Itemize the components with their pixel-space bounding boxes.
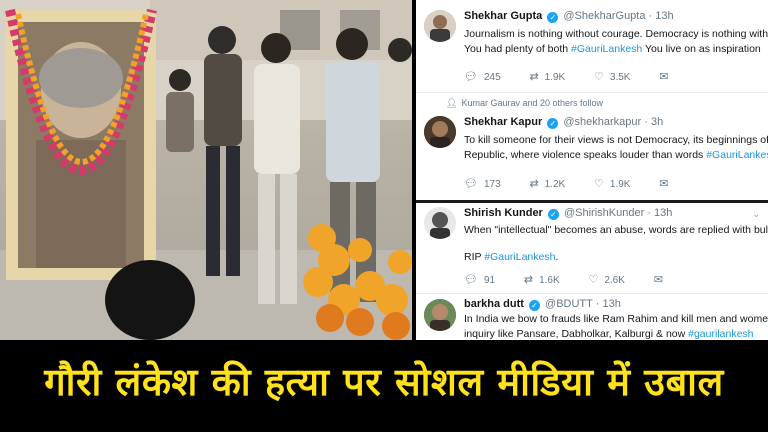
- tweet-line: To kill someone for their views is not D…: [464, 134, 768, 146]
- dm-button[interactable]: ✉: [659, 70, 674, 83]
- avatar[interactable]: [424, 116, 456, 148]
- reply-icon: 💬︎: [464, 274, 478, 286]
- tweet-line-text: .: [555, 251, 559, 263]
- retweet-icon: ⇄: [529, 71, 539, 83]
- divider: [416, 293, 768, 294]
- tweet-time[interactable]: 3h: [651, 116, 663, 128]
- avatar[interactable]: [424, 207, 456, 239]
- tweet-line-text: Republic, where violence speaks louder t…: [464, 149, 707, 161]
- retweet-icon: ⇄: [523, 274, 534, 286]
- tweet-line: inquiry like Pansare, Dabholkar, Kalburg…: [464, 327, 768, 340]
- verified-icon: ✓: [547, 209, 559, 220]
- like-button[interactable]: ♡ 2.6K: [588, 273, 624, 286]
- dm-button[interactable]: ✉: [654, 273, 669, 286]
- separator-dot: ·: [595, 298, 600, 310]
- retweet-button[interactable]: ⇄ 1.9K: [529, 70, 565, 83]
- reply-icon: 💬︎: [464, 178, 478, 190]
- like-count: 3.5K: [609, 72, 631, 83]
- hashtag-link[interactable]: #GauriLankesh: [706, 149, 768, 161]
- tweet-text: Journalism is nothing without courage. D…: [464, 27, 768, 57]
- tweet-text: When "intellectual" becomes an abuse, wo…: [464, 223, 768, 265]
- like-icon: ♡: [594, 71, 604, 83]
- author-name[interactable]: Shirish Kunder: [464, 207, 543, 219]
- hashtag-link[interactable]: #gaurilankesh: [688, 328, 753, 340]
- tweet-screenshot-top: Shekhar Gupta ✓ @ShekharGupta · 13h Jour…: [416, 0, 768, 200]
- retweet-count: 1.6K: [539, 275, 560, 286]
- like-button[interactable]: ♡ 1.9K: [594, 177, 630, 190]
- retweet-button[interactable]: ⇄ 1.2K: [529, 177, 565, 190]
- social-context-text: Kumar Gaurav and 20 others follow: [461, 98, 604, 108]
- author-name[interactable]: Shekhar Kapur: [464, 116, 542, 128]
- avatar-image: [424, 207, 456, 239]
- tweet-line: When "intellectual" becomes an abuse, wo…: [464, 224, 768, 236]
- tweet-line-text: You had plenty of both: [464, 43, 572, 55]
- like-count: 1.9K: [609, 179, 631, 190]
- tweet-actions: 💬︎ 245 ⇄ 1.9K ♡ 3.5K ✉: [464, 70, 700, 83]
- hashtag-link[interactable]: #GauriLankesh: [571, 43, 642, 55]
- dm-icon: ✉: [659, 178, 669, 190]
- verified-icon: ✓: [547, 12, 559, 23]
- like-icon: ♡: [594, 178, 604, 190]
- avatar[interactable]: [424, 10, 456, 42]
- tweet-actions: 💬︎ 91 ⇄ 1.6K ♡ 2.6K ✉: [464, 273, 695, 286]
- tweet-time[interactable]: 13h: [654, 207, 672, 219]
- retweet-icon: ⇄: [529, 178, 539, 190]
- author-handle[interactable]: @shekharkapur: [563, 116, 641, 128]
- tweet-line: RIP #GauriLankesh.: [464, 250, 768, 265]
- tweet-line: You had plenty of both #GauriLankesh You…: [464, 42, 768, 57]
- tweet-line-text: RIP: [464, 251, 485, 263]
- social-context: 👤︎ Kumar Gaurav and 20 others follow: [446, 98, 603, 109]
- divider: [416, 92, 768, 93]
- tribute-scene-illustration: [0, 0, 412, 340]
- headline-text: गौरी लंकेश की हत्या पर सोशल मीडिया में उ…: [44, 360, 724, 404]
- news-photo: [0, 0, 412, 340]
- tweet-time[interactable]: 13h: [602, 298, 620, 310]
- avatar[interactable]: [424, 299, 456, 331]
- tweet-line: Republic, where violence speaks louder t…: [464, 148, 768, 163]
- hashtag-link[interactable]: #GauriLankesh: [484, 251, 555, 263]
- retweet-count: 1.9K: [544, 72, 566, 83]
- avatar-image: [424, 10, 456, 42]
- reply-count: 173: [483, 179, 501, 190]
- verified-icon: ✓: [547, 118, 559, 129]
- headline-banner: गौरी लंकेश की हत्या पर सोशल मीडिया में उ…: [0, 340, 768, 432]
- tweet-screenshot-bottom: Shirish Kunder ✓ @ShirishKunder · 13h ⌄ …: [416, 200, 768, 340]
- author-handle[interactable]: @BDUTT: [545, 298, 593, 310]
- dm-icon: ✉: [659, 71, 669, 83]
- like-count: 2.6K: [604, 275, 625, 286]
- tweet-line-text: inquiry like Pansare, Dabholkar, Kalburg…: [464, 328, 689, 340]
- tweet-line: Journalism is nothing without courage. D…: [464, 28, 768, 40]
- author-handle[interactable]: @ShekharGupta: [563, 10, 645, 22]
- verified-icon: ✓: [528, 300, 540, 311]
- author-handle[interactable]: @ShirishKunder: [564, 207, 644, 219]
- reply-button[interactable]: 💬︎ 245: [464, 70, 501, 83]
- avatar-image: [424, 116, 456, 148]
- separator-dot: ·: [644, 116, 648, 128]
- dm-button[interactable]: ✉: [659, 177, 674, 190]
- reply-button[interactable]: 💬︎ 91: [464, 273, 495, 286]
- reply-count: 91: [483, 275, 496, 286]
- reply-button[interactable]: 💬︎ 173: [464, 177, 501, 190]
- tweet-line: In India we bow to frauds like Ram Rahim…: [464, 313, 768, 325]
- dm-icon: ✉: [653, 274, 663, 286]
- reply-icon: 💬︎: [464, 71, 478, 83]
- author-name[interactable]: barkha dutt: [464, 298, 524, 310]
- chevron-down-icon[interactable]: ⌄: [752, 209, 760, 220]
- author-name[interactable]: Shekhar Gupta: [464, 10, 542, 22]
- tweet-time[interactable]: 13h: [655, 10, 673, 22]
- tweet-text: To kill someone for their views is not D…: [464, 133, 768, 163]
- like-icon: ♡: [588, 274, 599, 286]
- tweet-text: In India we bow to frauds like Ram Rahim…: [464, 312, 768, 340]
- avatar-image: [424, 299, 456, 331]
- tweet-actions: 💬︎ 173 ⇄ 1.2K ♡ 1.9K ✉: [464, 177, 700, 190]
- reply-count: 245: [483, 72, 501, 83]
- like-button[interactable]: ♡ 3.5K: [594, 70, 630, 83]
- retweet-count: 1.2K: [544, 179, 566, 190]
- tweet-line-text: You live on as inspiration: [642, 43, 761, 55]
- person-icon: 👤︎: [446, 98, 458, 108]
- retweet-button[interactable]: ⇄ 1.6K: [524, 273, 560, 286]
- separator-dot: ·: [647, 207, 651, 219]
- separator-dot: ·: [648, 10, 653, 22]
